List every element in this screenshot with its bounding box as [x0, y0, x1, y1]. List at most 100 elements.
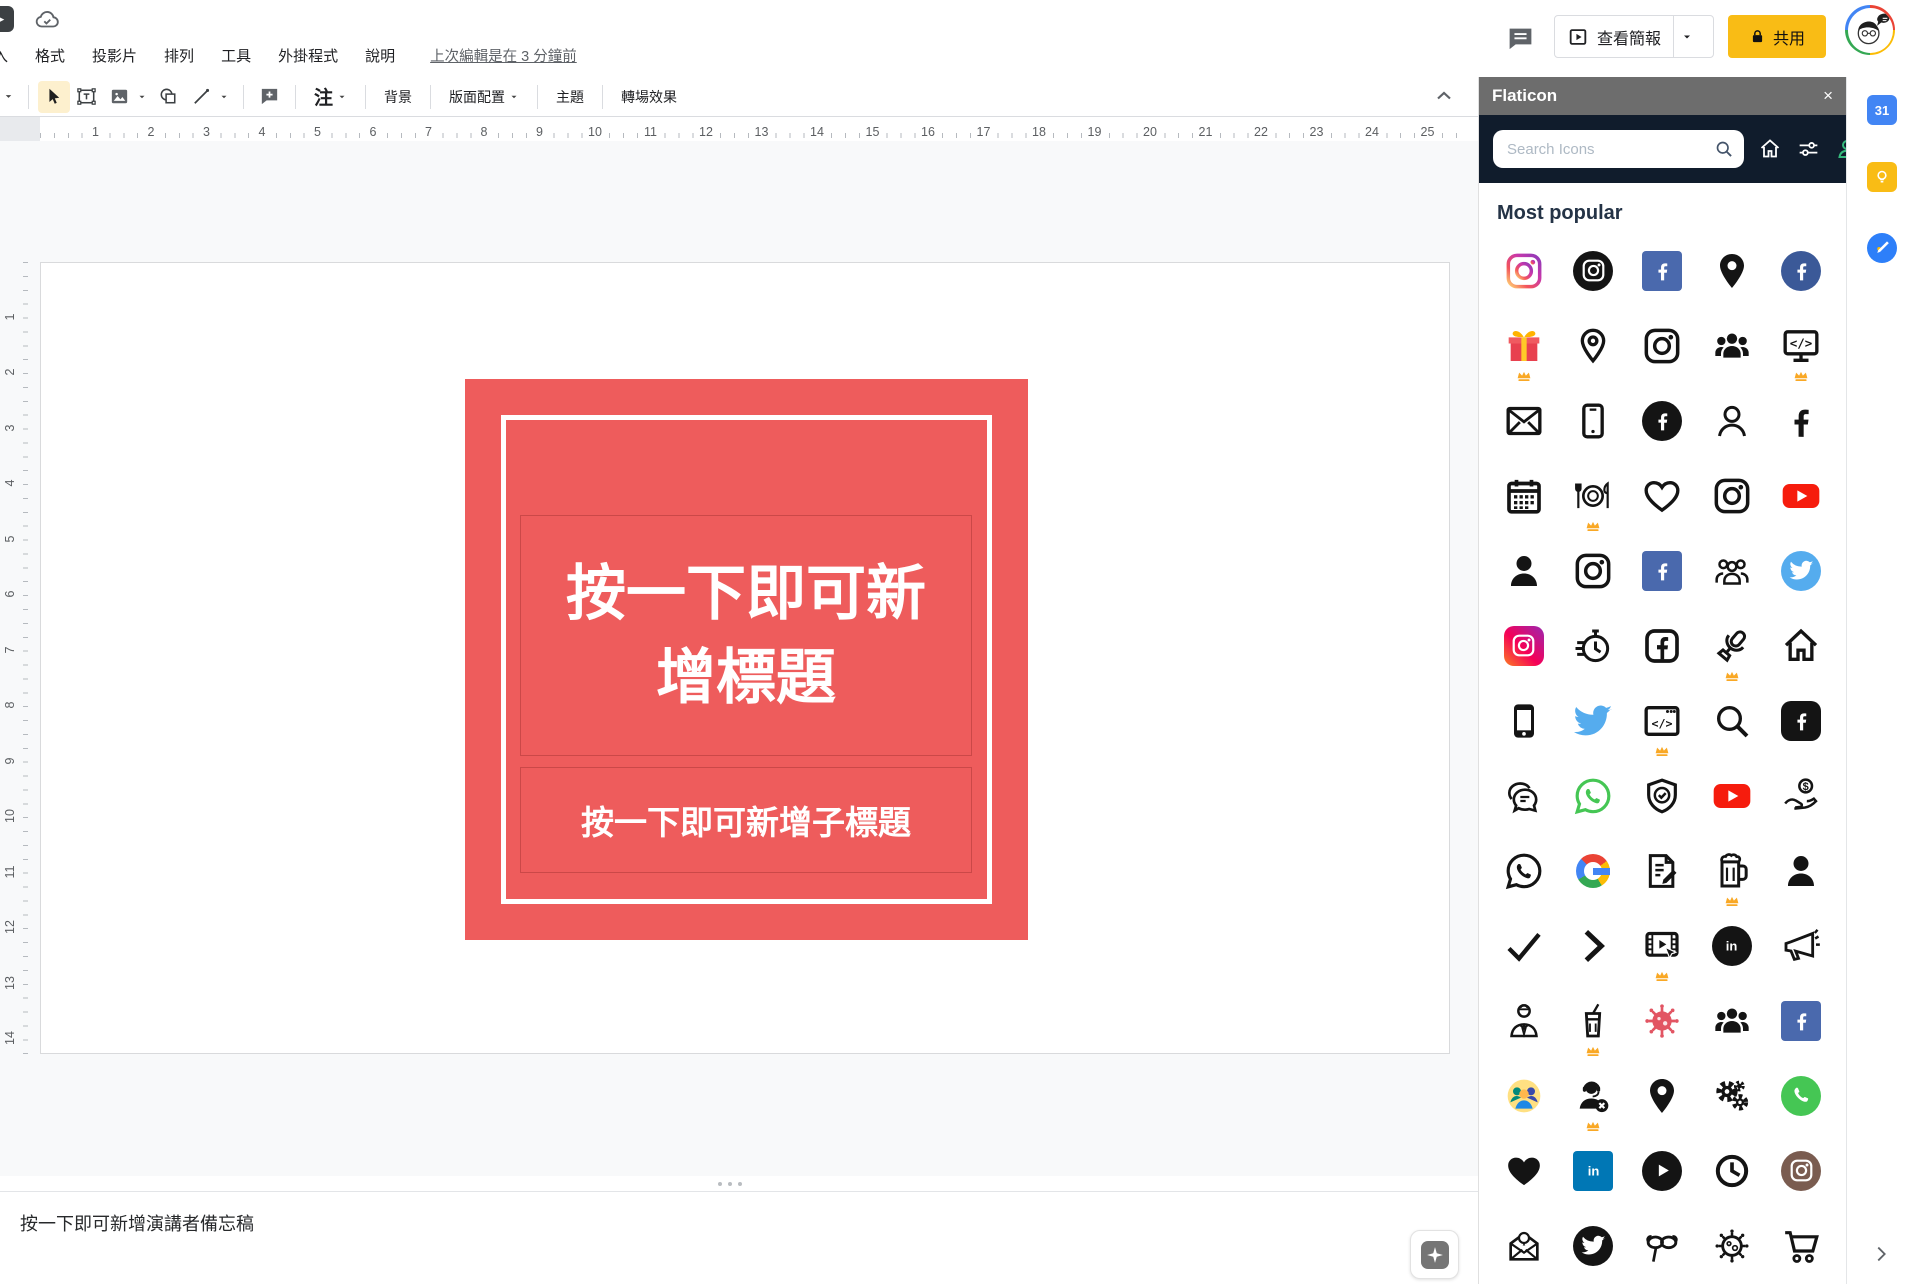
home-outline-icon[interactable]	[1767, 608, 1836, 683]
instagram-icon[interactable]	[1489, 233, 1558, 308]
facebook-circle-black-icon[interactable]	[1628, 383, 1697, 458]
youtube-icon-2[interactable]	[1697, 758, 1766, 833]
support-agent-icon[interactable]	[1558, 1058, 1627, 1133]
magnifier-icon[interactable]	[1697, 683, 1766, 758]
masquerade-mask-icon[interactable]	[1628, 1208, 1697, 1283]
horizontal-ruler[interactable]: 1 2 3 4 5 6 7 8 9 10 11 12 13 14 15 16 17 18 19 20 21 22 23 24 2…	[0, 117, 1479, 141]
facebook-square-icon-3[interactable]	[1767, 983, 1836, 1058]
line-dropdown-icon[interactable]	[214, 81, 234, 113]
youtube-icon[interactable]	[1767, 458, 1836, 533]
map-pin-icon-2[interactable]	[1628, 1058, 1697, 1133]
whatsapp-circle-icon[interactable]	[1767, 1058, 1836, 1133]
people-group-icon[interactable]	[1697, 308, 1766, 383]
avatar[interactable]	[1845, 5, 1895, 55]
checkmark-icon[interactable]	[1489, 908, 1558, 983]
people-group-icon-2[interactable]	[1697, 983, 1766, 1058]
document-edit-icon[interactable]	[1628, 833, 1697, 908]
instagram-outline-icon-2[interactable]	[1697, 458, 1766, 533]
gears-icon[interactable]	[1697, 1058, 1766, 1133]
vertical-ruler[interactable]: 1 2 3 4 5 6 7 8 9 10 11 12 13 14	[0, 141, 30, 1176]
linkedin-circle-black-icon[interactable]: in	[1697, 908, 1766, 983]
facebook-rounded-black-icon[interactable]	[1767, 683, 1836, 758]
people-colored-icon[interactable]	[1489, 1058, 1558, 1133]
filters-icon[interactable]	[1796, 137, 1821, 162]
twitter-circle-icon[interactable]	[1767, 533, 1836, 608]
youtube-circle-black-icon[interactable]	[1628, 1133, 1697, 1208]
add-comment-tool[interactable]	[253, 81, 286, 113]
envelope-icon[interactable]	[1489, 383, 1558, 458]
heart-icon[interactable]	[1489, 1133, 1558, 1208]
virus-outline-icon[interactable]	[1697, 1208, 1766, 1283]
smartphone-icon[interactable]	[1489, 683, 1558, 758]
whatsapp-icon[interactable]	[1558, 758, 1627, 833]
facebook-square-icon[interactable]	[1628, 233, 1697, 308]
theme-button[interactable]: 主題	[547, 87, 593, 107]
map-pin-icon[interactable]	[1697, 233, 1766, 308]
slide-page[interactable]: 按一下即可新增標題 按一下即可新增子標題	[40, 262, 1450, 1054]
slide-background-shape[interactable]: 按一下即可新增標題 按一下即可新增子標題	[465, 379, 1028, 940]
facebook-circle-icon[interactable]	[1767, 233, 1836, 308]
heart-outline-icon[interactable]	[1628, 458, 1697, 533]
last-edit-link[interactable]: 上次編輯是在 3 分鐘前	[430, 45, 577, 66]
twitter-circle-black-icon[interactable]	[1558, 1208, 1627, 1283]
menu-item-5[interactable]: 外掛程式	[278, 45, 338, 66]
map-pin-outline-icon[interactable]	[1558, 308, 1627, 383]
sidebar-expand-chevron-icon[interactable]	[1870, 1243, 1892, 1270]
shape-tool[interactable]	[152, 81, 185, 113]
present-dropdown-icon[interactable]	[1674, 31, 1699, 43]
gift-icon[interactable]	[1489, 308, 1558, 383]
present-button[interactable]: 查看簡報	[1554, 15, 1714, 58]
cloud-saved-icon[interactable]	[34, 7, 60, 38]
instagram-gradient-square-icon[interactable]	[1489, 608, 1558, 683]
monitor-code-icon[interactable]: </>	[1767, 308, 1836, 383]
clock-icon[interactable]	[1697, 1133, 1766, 1208]
smartphone-outline-icon[interactable]	[1558, 383, 1627, 458]
hand-dollar-icon[interactable]: $	[1767, 758, 1836, 833]
instagram-circle-black-icon[interactable]	[1558, 233, 1627, 308]
facebook-letter-icon[interactable]	[1767, 383, 1836, 458]
google-tasks-icon[interactable]	[1867, 233, 1897, 263]
person-icon[interactable]	[1489, 533, 1558, 608]
explore-button[interactable]	[1410, 1230, 1459, 1279]
shield-check-icon[interactable]	[1628, 758, 1697, 833]
notes-resize-handle[interactable]	[0, 1176, 1479, 1192]
virus-icon[interactable]	[1628, 983, 1697, 1058]
twitter-bird-icon[interactable]	[1558, 683, 1627, 758]
share-button[interactable]: 共用	[1728, 15, 1826, 58]
search-input[interactable]	[1505, 139, 1708, 159]
google-icon[interactable]	[1558, 833, 1627, 908]
beer-icon[interactable]	[1697, 833, 1766, 908]
menu-item-6[interactable]: 說明	[365, 45, 395, 66]
google-calendar-icon[interactable]: 31	[1867, 95, 1897, 125]
stopwatch-icon[interactable]	[1558, 608, 1627, 683]
linkedin-square-icon[interactable]: in	[1558, 1133, 1627, 1208]
menu-item-4[interactable]: 工具	[221, 45, 251, 66]
search-icon[interactable]	[1714, 139, 1734, 159]
select-tool[interactable]	[38, 80, 70, 113]
people-group-outline-icon[interactable]	[1697, 533, 1766, 608]
menu-item-0[interactable]: 入	[0, 45, 8, 66]
calendar-icon[interactable]	[1489, 458, 1558, 533]
chat-bubbles-icon[interactable]	[1489, 758, 1558, 833]
person-outline-icon[interactable]	[1697, 383, 1766, 458]
facebook-outline-icon[interactable]	[1628, 608, 1697, 683]
drink-icon[interactable]	[1558, 983, 1627, 1058]
background-button[interactable]: 背景	[375, 87, 421, 107]
close-icon[interactable]: ×	[1823, 86, 1833, 106]
google-keep-icon[interactable]	[1867, 162, 1897, 192]
title-placeholder[interactable]: 按一下即可新增標題	[520, 515, 972, 756]
home-icon[interactable]	[1758, 137, 1782, 161]
megaphone-icon[interactable]	[1767, 908, 1836, 983]
shopping-cart-icon[interactable]	[1767, 1208, 1836, 1283]
menu-item-3[interactable]: 排列	[164, 45, 194, 66]
comments-icon[interactable]	[1506, 25, 1535, 59]
instagram-circle-brown-icon[interactable]	[1767, 1133, 1836, 1208]
restaurant-icon[interactable]	[1558, 458, 1627, 533]
menu-item-1[interactable]: 格式	[35, 45, 65, 66]
whatsapp-outline-icon[interactable]	[1489, 833, 1558, 908]
annotate-tool[interactable]: 注	[305, 83, 356, 110]
video-player-icon[interactable]	[1628, 908, 1697, 983]
image-dropdown-icon[interactable]	[132, 81, 152, 113]
person-icon-2[interactable]	[1767, 833, 1836, 908]
zoom-dropdown-icon[interactable]	[0, 81, 19, 113]
